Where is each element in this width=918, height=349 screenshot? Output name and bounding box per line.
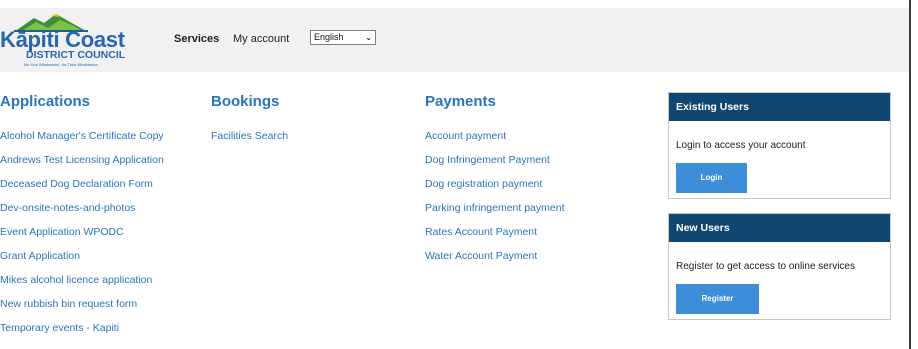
payments-heading: Payments (425, 93, 496, 110)
link-payment[interactable]: Dog Infringement Payment (425, 154, 550, 167)
link-payment[interactable]: Rates Account Payment (425, 226, 537, 239)
logo-tagline: Me Huri Whakamuri, Ka Titiro Whakamua (24, 62, 98, 67)
existing-users-panel: Existing Users Login to access your acco… (668, 92, 891, 199)
applications-heading: Applications (0, 93, 91, 110)
new-users-title: New Users (669, 214, 890, 242)
link-application[interactable]: Temporary events - Kapiti (0, 322, 119, 335)
link-payment[interactable]: Parking infringement payment (425, 202, 565, 215)
nav-services[interactable]: Services (174, 32, 219, 46)
new-users-text: Register to get access to online service… (676, 261, 855, 272)
link-application[interactable]: Grant Application (0, 250, 80, 263)
link-application[interactable]: Dev-onsite-notes-and-photos (0, 202, 135, 215)
chevron-down-icon: ⌄ (365, 33, 372, 42)
window-edge (909, 0, 911, 349)
link-application[interactable]: Alcohol Manager's Certificate Copy (0, 130, 164, 143)
link-application[interactable]: Andrews Test Licensing Application (0, 154, 164, 167)
link-facilities-search[interactable]: Facilities Search (211, 130, 288, 143)
register-button[interactable]: Register (676, 284, 759, 314)
logo-council: DISTRICT COUNCIL (26, 49, 126, 61)
link-application[interactable]: Event Application WPODC (0, 226, 124, 239)
language-select-value: English (314, 32, 344, 42)
link-application[interactable]: Mikes alcohol licence application (0, 274, 152, 287)
nav-my-account[interactable]: My account (233, 32, 289, 46)
link-payment[interactable]: Dog registration payment (425, 178, 542, 191)
link-application[interactable]: Deceased Dog Declaration Form (0, 178, 153, 191)
existing-users-title: Existing Users (669, 93, 890, 121)
language-select[interactable]: English ⌄ (310, 30, 376, 45)
site-header: Kāpiti Coast DISTRICT COUNCIL Me Huri Wh… (0, 8, 909, 72)
logo-name: Kāpiti Coast (0, 27, 125, 52)
link-payment[interactable]: Water Account Payment (425, 250, 537, 263)
login-button[interactable]: Login (676, 163, 747, 193)
link-payment[interactable]: Account payment (425, 130, 506, 143)
existing-users-text: Login to access your account (676, 140, 806, 151)
new-users-panel: New Users Register to get access to onli… (668, 213, 891, 320)
link-application[interactable]: New rubbish bin request form (0, 298, 137, 311)
council-logo[interactable]: Kāpiti Coast DISTRICT COUNCIL Me Huri Wh… (0, 11, 125, 69)
bookings-heading: Bookings (211, 93, 280, 110)
